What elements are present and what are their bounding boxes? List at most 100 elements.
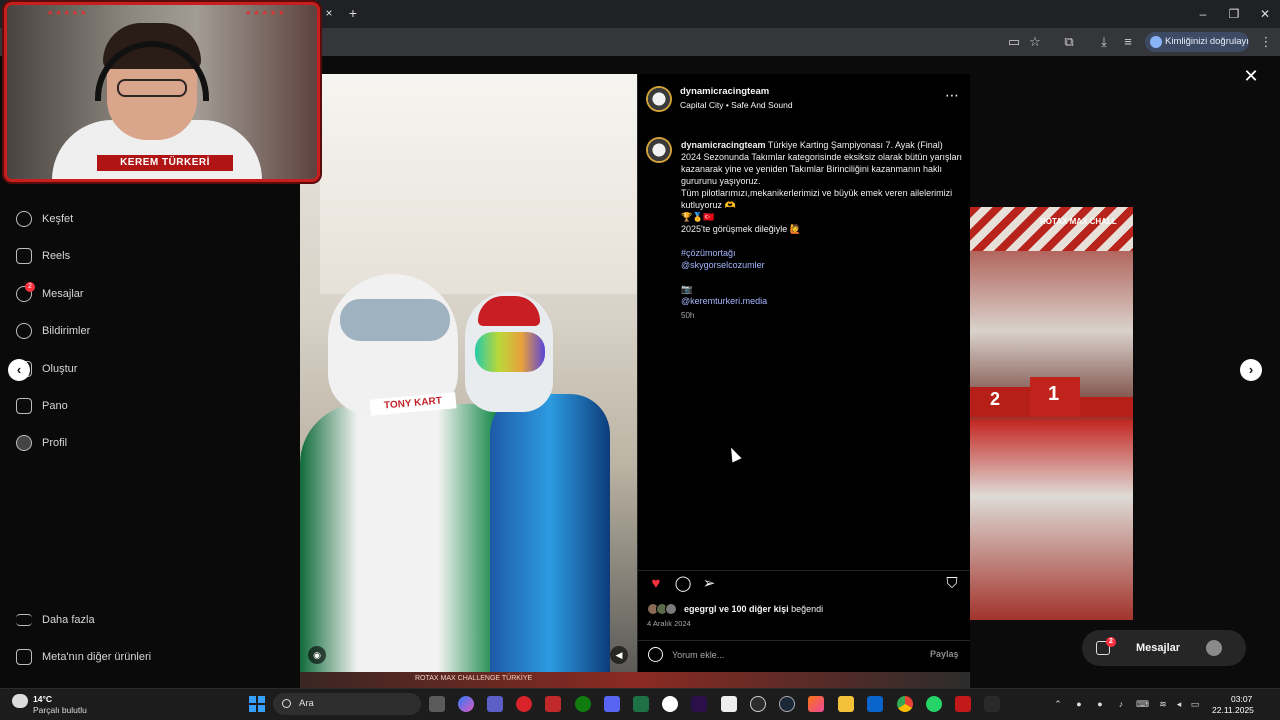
comment-input[interactable] (672, 646, 912, 664)
messages-label: Mesajlar (1136, 642, 1181, 654)
caption-mention-link[interactable]: @skygorselcozumler (681, 259, 963, 271)
bookmark-star-icon[interactable]: ☆ (1025, 32, 1045, 52)
sidebar-item-more[interactable]: Daha fazla (16, 609, 95, 631)
weather-description[interactable]: Parçalı bulutlu (33, 705, 87, 715)
close-window-button[interactable]: ✕ (1250, 4, 1280, 24)
sidebar-item-label: Keşfet (42, 213, 74, 225)
app-icon[interactable] (984, 696, 1000, 712)
caption-line-thanks: Tüm pilotlarımızı,mekanikerlerimizi ve b… (681, 188, 953, 210)
file-explorer-icon[interactable] (838, 696, 854, 712)
share-send-icon[interactable]: ➢ (700, 575, 718, 593)
xbox-icon[interactable] (575, 696, 591, 712)
tray-overflow-icon[interactable]: ⌃ (1052, 698, 1064, 710)
steam-icon[interactable] (779, 696, 795, 712)
weather-temperature[interactable]: 14°C (33, 694, 52, 704)
acrobat-icon[interactable] (955, 696, 971, 712)
post-author-username[interactable]: dynamicracingteam (680, 86, 769, 97)
post-music-label[interactable]: Capital City • Safe And Sound (680, 100, 793, 110)
sidebar-item-messages[interactable]: 2 Mesajlar (16, 282, 84, 305)
app-icon[interactable] (545, 696, 561, 712)
minimize-window-button[interactable]: – (1188, 4, 1218, 24)
sidebar-item-dashboard[interactable]: Pano (16, 395, 68, 417)
tray-app-icon[interactable]: ● (1094, 698, 1106, 710)
like-heart-icon[interactable]: ♥ (647, 575, 665, 593)
copilot-icon[interactable] (458, 696, 474, 712)
sidebar-item-label: Mesajlar (42, 288, 84, 300)
emoji-icon[interactable] (648, 647, 663, 662)
sidebar-item-notifications[interactable]: Bildirimler (16, 320, 90, 342)
clock-time[interactable]: 03:07 (1231, 694, 1252, 704)
wifi-icon[interactable]: ≋ (1157, 698, 1169, 710)
tagged-user-icon[interactable]: ◉ (308, 646, 326, 664)
save-bookmark-icon[interactable]: ⛉ (943, 575, 961, 593)
previous-post-arrow-icon[interactable]: ‹ (8, 359, 30, 381)
close-tab-button[interactable]: × (322, 6, 336, 20)
verify-identity-button[interactable]: Kimliğinizi doğrulayın (1145, 32, 1249, 52)
download-icon[interactable]: ⤓ (1094, 32, 1114, 52)
discord-icon[interactable] (604, 696, 620, 712)
post-comment-button[interactable]: Paylaş (930, 649, 959, 659)
new-tab-button[interactable]: + (346, 5, 360, 21)
excel-icon[interactable] (633, 696, 649, 712)
outlook-icon[interactable] (867, 696, 883, 712)
likes-user[interactable]: egegrgl (684, 604, 717, 614)
camera-icon: 📷 (681, 284, 693, 294)
chrome-icon[interactable] (897, 696, 913, 712)
caption-age: 50h (681, 311, 695, 320)
battery-icon[interactable]: ▭ (1189, 698, 1201, 710)
microphone-icon[interactable]: ♪ (1115, 698, 1127, 710)
image-helmet-visor (340, 299, 450, 341)
whatsapp-icon[interactable] (926, 696, 942, 712)
sidebar-item-label: Bildirimler (42, 325, 91, 337)
media-player-icon[interactable] (662, 696, 678, 712)
teams-icon[interactable] (487, 696, 503, 712)
mute-audio-icon[interactable]: ◀ (610, 646, 628, 664)
taskbar-search-box[interactable]: Ara (273, 693, 421, 715)
sidebar-item-reels[interactable]: Reels (16, 245, 70, 267)
post-image[interactable]: TONY KART ◉ ◀ (300, 74, 637, 672)
windows-start-icon[interactable] (249, 696, 265, 712)
volume-icon[interactable]: ◂ (1173, 698, 1185, 710)
image-sky (320, 74, 637, 294)
premiere-icon[interactable] (691, 696, 707, 712)
obs-icon[interactable] (750, 696, 766, 712)
caption-line-wish: 2025'te görüşmek dileğiyle 🙋 (681, 224, 801, 234)
photos-icon[interactable] (808, 696, 824, 712)
caption-hashtag-link[interactable]: #çözümortağı (681, 247, 963, 259)
search-label: Ara (299, 698, 314, 709)
sidebar-item-meta-products[interactable]: Meta'nın diğer ürünleri (16, 646, 151, 668)
weather-cloud-icon[interactable] (12, 694, 28, 708)
browser-menu-icon[interactable]: ⋮ (1256, 32, 1276, 52)
sidebar-item-label: Daha fazla (42, 614, 95, 626)
post-author-avatar[interactable] (646, 86, 672, 112)
keyboard-icon[interactable]: ⌨ (1136, 698, 1149, 710)
tray-app-icon[interactable]: ● (1073, 698, 1085, 710)
clock-date[interactable]: 22.11.2025 (1212, 705, 1254, 715)
sidebar-item-profile[interactable]: Profil (16, 432, 67, 454)
caption-username[interactable]: dynamicracingteam (681, 140, 766, 150)
more-options-icon[interactable]: ⋯ (943, 88, 961, 104)
caption-mention-link[interactable]: @keremturkeri.media (681, 295, 963, 307)
close-modal-icon[interactable]: ✕ (1241, 66, 1261, 86)
likes-summary[interactable]: egegrgl ve 100 diğer kişi beğendi (684, 604, 823, 614)
preview-banner-text: ROTAX MAX CHALL (1040, 217, 1117, 226)
extensions-icon[interactable]: ⧉ (1059, 32, 1079, 52)
reading-list-icon[interactable]: ≡ (1118, 32, 1138, 52)
task-view-icon[interactable] (429, 696, 445, 712)
heart-icon (16, 323, 32, 339)
cast-icon[interactable]: ▭ (1004, 32, 1024, 52)
messages-floating-button[interactable]: 2 Mesajlar (1082, 630, 1246, 666)
sidebar-item-label: Meta'nın diğer ürünleri (42, 651, 152, 663)
image-driver-blue-suit (490, 394, 610, 672)
comment-icon[interactable]: ◯ (674, 575, 692, 593)
dashboard-icon (16, 398, 32, 414)
media-app-icon[interactable] (516, 696, 532, 712)
file-icon[interactable] (721, 696, 737, 712)
maximize-window-button[interactable]: ❐ (1219, 4, 1249, 24)
caption-author-avatar[interactable] (646, 137, 672, 163)
next-post-arrow-icon[interactable]: › (1240, 359, 1262, 381)
profile-icon (1150, 36, 1162, 48)
next-post-preview[interactable]: ROTAX MAX CHALL 1 2 (970, 207, 1133, 620)
sidebar-item-explore[interactable]: Keşfet (16, 208, 73, 230)
likes-others[interactable]: ve 100 diğer kişi (719, 604, 789, 614)
